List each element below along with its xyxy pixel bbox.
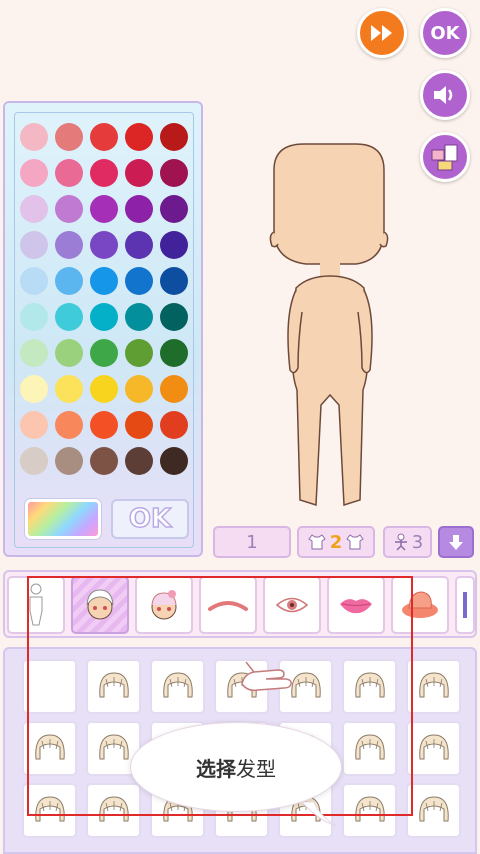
color-swatch[interactable] [55,231,83,259]
color-swatch[interactable] [90,231,118,259]
color-swatch[interactable] [90,195,118,223]
color-swatch[interactable] [125,195,153,223]
color-swatch[interactable] [160,339,188,367]
color-swatch[interactable] [90,267,118,295]
color-swatch[interactable] [90,375,118,403]
color-swatch[interactable] [55,267,83,295]
color-swatch[interactable] [125,339,153,367]
hair-style-tile[interactable] [406,783,461,838]
hair-style-tile[interactable] [406,721,461,776]
color-swatch[interactable] [20,411,48,439]
fast-forward-icon [371,25,392,41]
color-swatch[interactable] [90,123,118,151]
color-swatch[interactable] [160,195,188,223]
color-swatch[interactable] [20,231,48,259]
category-more[interactable] [455,576,475,634]
color-swatch[interactable] [125,303,153,331]
pointing-hand-icon [241,661,292,692]
hair-style-icon [418,671,449,697]
color-swatch[interactable] [125,123,153,151]
outfit-button[interactable]: 2 [297,526,375,558]
sound-button[interactable] [420,70,470,120]
color-swatch[interactable] [90,411,118,439]
fast-forward-button[interactable] [357,8,407,58]
hair-style-icon [418,795,449,821]
color-swatch[interactable] [20,267,48,295]
outfit-count: 2 [329,531,343,553]
color-swatch[interactable] [20,339,48,367]
color-swatch[interactable] [55,411,83,439]
color-swatch[interactable] [90,303,118,331]
tooltip-text-bold: 选择 [196,756,236,781]
color-swatch[interactable] [125,231,153,259]
shirt-icon [308,534,326,550]
rainbow-color-button[interactable] [25,499,101,539]
color-swatch[interactable] [160,303,188,331]
page-number-button[interactable]: 1 [213,526,291,558]
color-swatch[interactable] [160,159,188,187]
ok-top-label: OK [430,22,460,44]
color-swatch[interactable] [160,123,188,151]
tooltip-text-rest: 发型 [236,756,276,781]
color-swatch[interactable] [125,447,153,475]
expand-down-button[interactable] [438,526,474,558]
color-swatch[interactable] [55,195,83,223]
color-swatch[interactable] [160,267,188,295]
color-swatch[interactable] [125,159,153,187]
arrow-down-icon [449,535,463,550]
hair-style-icon [418,733,449,759]
color-swatch[interactable] [125,375,153,403]
pose-count: 3 [411,531,424,553]
color-swatch[interactable] [90,159,118,187]
color-swatch[interactable] [90,339,118,367]
color-swatch[interactable] [160,411,188,439]
speaker-icon [434,86,453,104]
gallery-button[interactable] [420,132,470,182]
color-swatch[interactable] [160,375,188,403]
color-swatch[interactable] [55,159,83,187]
color-swatch[interactable] [55,123,83,151]
color-swatch[interactable] [20,303,48,331]
color-swatch[interactable] [20,123,48,151]
color-swatch[interactable] [160,231,188,259]
color-palette-panel: OK [3,101,203,557]
color-swatch[interactable] [55,339,83,367]
color-swatch[interactable] [20,159,48,187]
color-swatch[interactable] [125,411,153,439]
more-item-icon [463,592,467,618]
color-swatch[interactable] [55,375,83,403]
palette-ok-button[interactable]: OK [111,499,189,539]
pose-icon [394,533,407,551]
color-swatch[interactable] [20,195,48,223]
tooltip-tail [300,801,337,827]
character-body [269,143,389,507]
color-swatch[interactable] [90,447,118,475]
color-swatch[interactable] [55,303,83,331]
color-swatch[interactable] [160,447,188,475]
pose-button[interactable]: 3 [383,526,432,558]
color-swatch[interactable] [20,375,48,403]
ok-top-button[interactable]: OK [420,8,470,58]
page-number-label: 1 [246,531,258,553]
gallery-icon [431,144,458,171]
color-swatch[interactable] [125,267,153,295]
hair-style-tile[interactable] [406,659,461,714]
shirt-icon-2 [346,534,364,550]
color-swatch[interactable] [20,447,48,475]
color-swatch[interactable] [55,447,83,475]
tutorial-tooltip: 选择 发型 [130,722,342,812]
